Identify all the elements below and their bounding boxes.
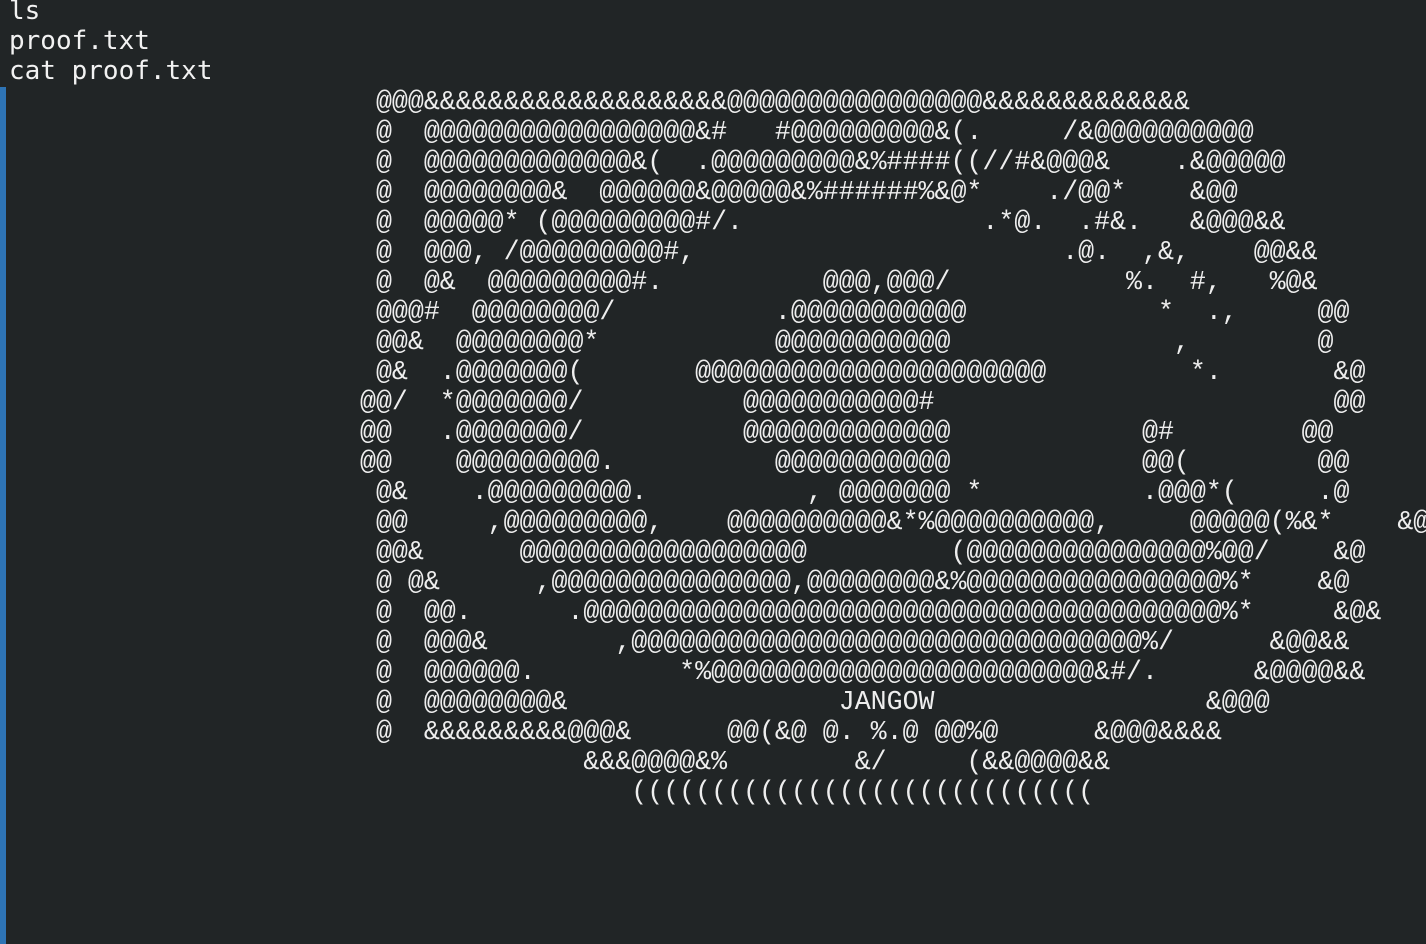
command-ls: ls <box>9 0 41 26</box>
command-cat: cat proof.txt <box>9 56 213 86</box>
output-filename: proof.txt <box>9 26 150 56</box>
terminal-window[interactable]: ls proof.txt cat proof.txt @@@&&&&&&&&&&… <box>0 0 1426 944</box>
output-marker-bar <box>0 87 6 944</box>
ascii-art-banner: @@@&&&&&&&&&&&&&&&&&&&@@@@@@@@@@@@@@@@&&… <box>360 87 1426 807</box>
